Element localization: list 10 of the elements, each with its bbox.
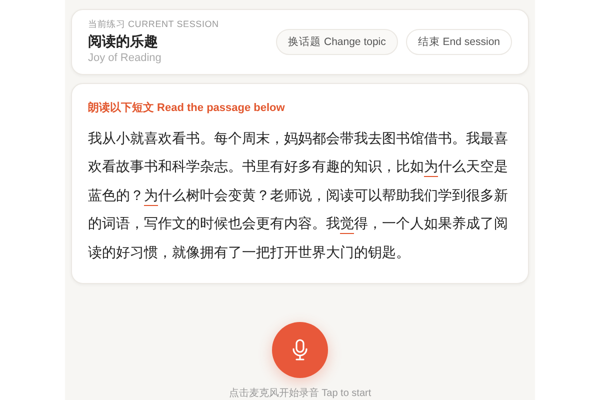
microphone-icon	[292, 339, 308, 362]
topic-button[interactable]: 换话题 Change topic	[276, 28, 398, 56]
session-subtitle: Joy of Reading	[88, 50, 162, 66]
microphone-button[interactable]	[272, 322, 328, 378]
passage-instruction: 朗读以下短文 Read the passage below	[88, 100, 286, 116]
session-label: 当前练习 CURRENT SESSION	[88, 18, 219, 31]
session-title: 阅读的乐趣	[88, 32, 159, 50]
end-session-button[interactable]: 结束 End session	[406, 28, 512, 56]
passage-text: 我从小就喜欢看书。每个周末，妈妈都会带我去图书馆借书。我最喜欢看故事书和科学杂志。书里有好多有趣的知识，比如为什么天空是蓝色的？为什么树叶会变黄？老师说，阅读可以帮助我们学到很多新的词语，写作文的时候也会更有内容。我觉得，一个人如果养成了阅读的好习惯，就像拥有了一把打开世界大门的钥匙。	[88, 130, 509, 262]
recording-hint: 点击麦克风开始录音 Tap to start	[228, 386, 372, 400]
